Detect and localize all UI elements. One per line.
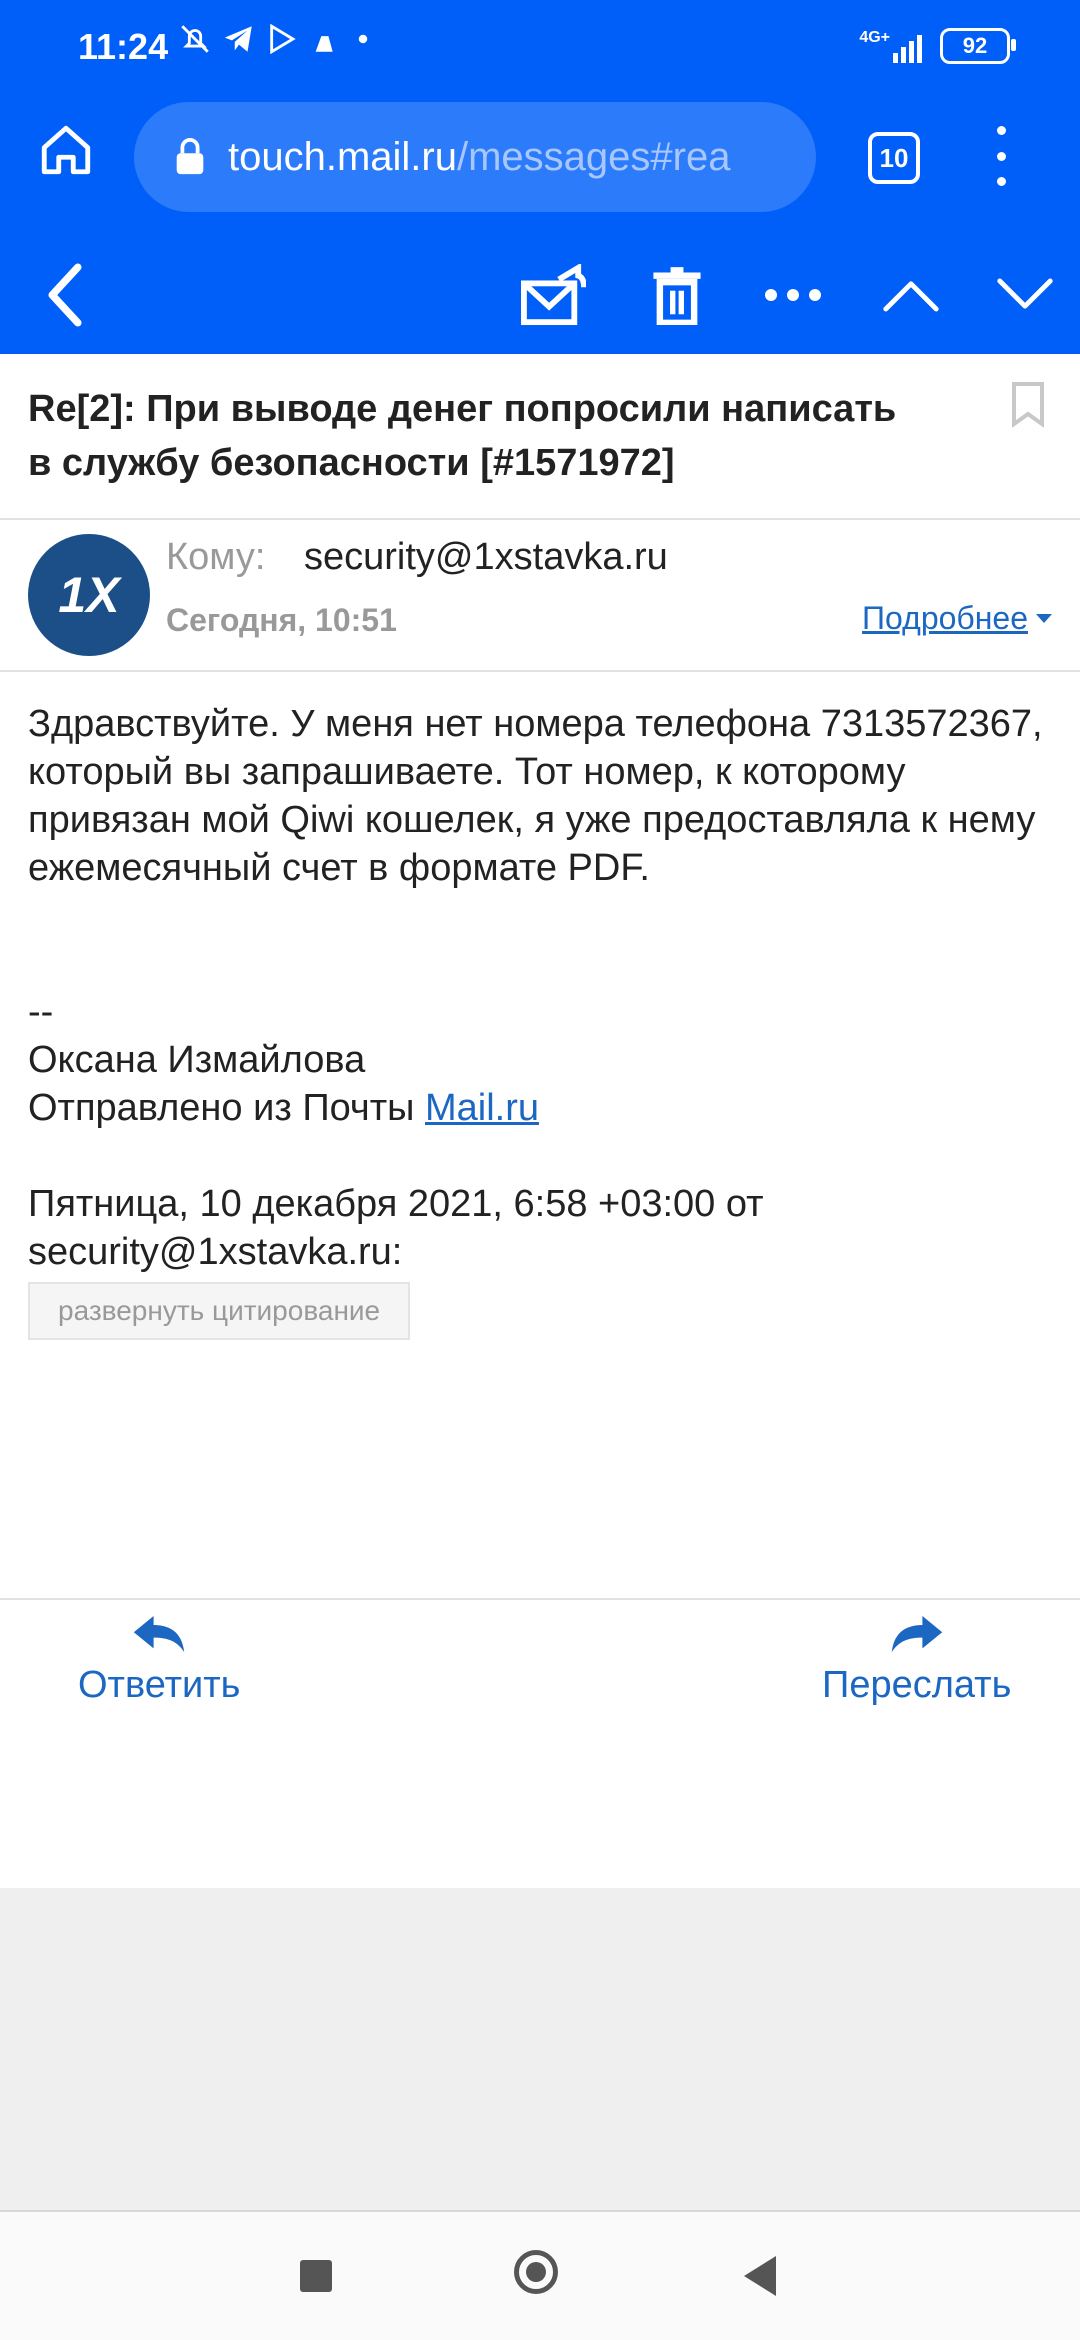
avatar: 1X xyxy=(28,534,150,656)
quote-header: Пятница, 10 декабря 2021, 6:58 +03:00 от… xyxy=(28,1183,764,1273)
signature-sent-line: Отправлено из Почты Mail.ru xyxy=(28,1084,1058,1132)
trash-icon xyxy=(653,267,701,325)
address-bar[interactable]: touch.mail.ru/messages#rea xyxy=(134,102,816,212)
home-circle-icon[interactable] xyxy=(514,2250,558,2294)
status-time: 11:24 xyxy=(78,26,169,67)
home-icon xyxy=(41,125,91,175)
bookmark-icon xyxy=(1012,382,1044,428)
signal-icon: 4G+ xyxy=(859,29,922,63)
reply-arrow-icon xyxy=(134,1616,185,1652)
url-text: touch.mail.ru/messages#rea xyxy=(228,135,730,180)
signature-sent-prefix: Отправлено из Почты xyxy=(28,1087,425,1129)
battery-icon: 92 xyxy=(940,28,1016,64)
expand-quote-button[interactable]: развернуть цитирование xyxy=(28,1282,411,1340)
url-host: touch.mail.ru xyxy=(228,134,457,179)
chevron-up-icon xyxy=(883,281,939,312)
cleaner-broom-icon xyxy=(315,24,333,52)
telegram-icon xyxy=(224,26,252,52)
reply-actions: Ответить Переслать xyxy=(0,1598,1080,1890)
details-label: Подробнее xyxy=(862,600,1028,636)
message-date: Сегодня, 10:51 xyxy=(166,602,397,638)
next-message-button[interactable] xyxy=(988,258,1062,332)
reply-label: Ответить xyxy=(78,1664,241,1706)
details-link[interactable]: Подробнее xyxy=(862,600,1052,637)
forward-button[interactable]: Переслать xyxy=(822,1614,1011,1707)
back-triangle-icon[interactable] xyxy=(744,2256,776,2296)
to-label: Кому: xyxy=(166,536,266,578)
more-dots-icon xyxy=(765,289,821,301)
mail-toolbar xyxy=(0,236,1080,354)
forward-label: Переслать xyxy=(822,1664,1012,1706)
menu-dot xyxy=(996,177,1006,186)
network-type-label: 4G+ xyxy=(859,29,890,46)
body-paragraph: Здравствуйте. У меня нет номера телефона… xyxy=(28,703,1043,889)
browser-toolbar: touch.mail.ru/messages#rea 10 xyxy=(0,96,1080,236)
caret-down-icon xyxy=(1036,614,1052,623)
previous-message-button[interactable] xyxy=(874,258,948,332)
forward-arrow-icon xyxy=(891,1616,942,1652)
battery-level: 92 xyxy=(962,33,988,58)
bookmark-button[interactable] xyxy=(1010,380,1050,432)
menu-dot xyxy=(996,151,1006,161)
email-body: Здравствуйте. У меня нет номера телефона… xyxy=(28,700,1058,1340)
back-button[interactable] xyxy=(28,258,102,332)
status-bar: 11:24 4G+ 92 xyxy=(0,0,1080,96)
chevron-down-icon xyxy=(997,278,1053,309)
reply-button[interactable]: Ответить xyxy=(78,1614,240,1707)
dot-icon xyxy=(358,34,368,44)
email-subject: Re[2]: При выводе денег попросили написа… xyxy=(28,388,897,484)
envelope-arrow-icon xyxy=(521,264,586,326)
menu-dot xyxy=(996,126,1006,135)
recent-apps-icon[interactable] xyxy=(300,2260,332,2292)
url-path: /messages#rea xyxy=(456,134,731,179)
home-button[interactable] xyxy=(34,118,98,182)
mailru-link[interactable]: Mail.ru xyxy=(425,1087,539,1129)
chevron-left-icon xyxy=(48,263,82,327)
mark-unread-button[interactable] xyxy=(516,258,590,332)
status-notification-icons xyxy=(178,22,372,56)
footer-grey-area xyxy=(0,1888,1080,2212)
lock-icon xyxy=(170,137,210,177)
more-button[interactable] xyxy=(756,258,830,332)
status-system-icons: 4G+ 92 xyxy=(859,28,1016,64)
play-store-icon xyxy=(270,23,296,55)
tabs-button[interactable]: 10 xyxy=(868,132,920,184)
signature-name: Оксана Измайлова xyxy=(28,1039,366,1081)
sender-info: 1X Кому: security@1xstavka.ru Сегодня, 1… xyxy=(0,520,1080,672)
delete-button[interactable] xyxy=(640,258,714,332)
system-navigation-bar xyxy=(0,2212,1080,2340)
browser-menu-button[interactable] xyxy=(986,126,1016,186)
subject-area: Re[2]: При выводе денег попросили написа… xyxy=(0,354,1080,520)
signature-separator: -- xyxy=(28,991,54,1033)
bell-off-icon xyxy=(181,25,209,53)
recipient-email[interactable]: security@1xstavka.ru xyxy=(304,536,668,579)
